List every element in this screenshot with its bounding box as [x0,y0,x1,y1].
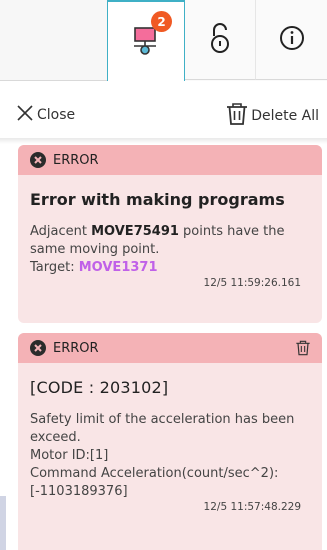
delete-all-label: Delete All [251,108,319,124]
unlock-icon [208,22,232,58]
error-icon [30,340,46,356]
error-icon [30,152,46,168]
info-icon [279,25,305,55]
close-icon [16,104,37,126]
tab-network-alerts[interactable] [107,0,185,81]
trash-icon [225,102,251,130]
alert-msg-pre: Adjacent [30,224,92,239]
alert-title: Error with making programs [30,190,285,209]
alert-msg-line: Safety limit of the acceleration has bee… [30,412,295,445]
tab-info[interactable] [255,0,327,80]
alerts-toolbar: Close Delete All [0,96,327,138]
alert-count-badge: 2 [151,11,172,32]
close-button[interactable]: Close [16,104,75,126]
alert-level: ERROR [53,152,99,168]
alert-msg-line: Motor ID:[1] [30,448,109,463]
alert-timestamp: 12/5 11:59:26.161 [203,277,301,289]
notification-tabbar: 2 [0,0,327,81]
alert-title: [CODE : 203102] [30,378,169,397]
alert-message: Adjacent MOVE75491 points have the same … [30,223,310,277]
alert-timestamp: 12/5 11:57:48.229 [203,501,301,513]
alert-card[interactable]: ERROR [CODE : 203102] Safety limit of th… [18,333,322,550]
alert-level: ERROR [53,340,99,356]
alert-message: Safety limit of the acceleration has bee… [30,411,310,501]
toolbar-divider [0,138,327,144]
close-label: Close [37,107,76,123]
target-label: Target: [30,260,79,275]
alert-msg-bold: MOVE75491 [91,224,179,239]
delete-alert-trash-icon[interactable] [295,340,311,360]
delete-all-button[interactable]: Delete All [225,102,319,130]
alert-msg-line: Command Acceleration(count/sec^2):[-1103… [30,466,279,499]
target-link[interactable]: MOVE1371 [79,260,158,275]
alert-card[interactable]: ERROR Error with making programs Adjacen… [18,145,322,323]
tab-lock[interactable] [185,0,255,80]
alert-header: ERROR [18,145,322,175]
tabbar-spacer [0,0,107,81]
background-edge [0,496,6,550]
alert-header: ERROR [18,333,322,363]
